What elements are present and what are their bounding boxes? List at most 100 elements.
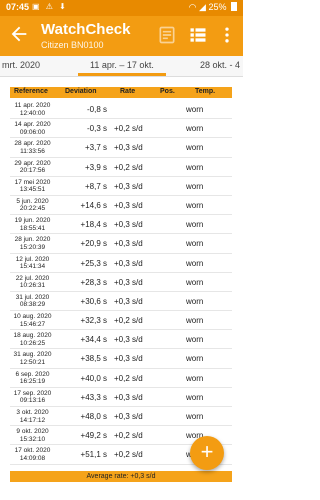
table-row[interactable]: 12 jul. 2020 15:41:34 +25,3 s +0,3 s/d worn bbox=[10, 254, 232, 273]
temp-cell: worn bbox=[186, 200, 204, 210]
table-row[interactable]: 3 okt. 2020 14:17:12 +48,0 s +0,3 s/d worn bbox=[10, 407, 232, 427]
rate-cell: +0,2 s/d bbox=[114, 316, 143, 326]
header-deviation: Deviation bbox=[65, 88, 97, 95]
reference-cell: 31 aug. 2020 12:50:21 bbox=[10, 351, 55, 366]
deviation-cell: +38,5 s bbox=[80, 354, 107, 364]
rate-cell: +0,3 s/d bbox=[114, 143, 143, 153]
tab-current[interactable]: 11 apr. – 17 okt. bbox=[90, 60, 154, 70]
table-row[interactable]: 31 aug. 2020 12:50:21 +38,5 s +0,3 s/d worn bbox=[10, 349, 232, 369]
table-row[interactable]: 6 sep. 2020 16:25:19 +40,0 s +0,2 s/d worn bbox=[10, 369, 232, 388]
reference-cell: 5 jun. 2020 20:22:45 bbox=[10, 198, 55, 213]
reference-date: 29 apr. 2020 bbox=[14, 159, 51, 167]
table-row[interactable]: 22 jul. 2020 10:26:31 +28,3 s +0,3 s/d worn bbox=[10, 273, 232, 292]
reference-time: 09:06:00 bbox=[19, 128, 46, 136]
rate-cell: +0,3 s/d bbox=[114, 200, 143, 210]
reference-cell: 28 jun. 2020 15:20:39 bbox=[10, 236, 55, 251]
table-header: Reference Deviation Rate Pos. Temp. bbox=[10, 87, 232, 98]
deviation-cell: -0,8 s bbox=[86, 105, 107, 114]
table-row[interactable]: 14 apr. 2020 09:06:00 -0,3 s +0,2 s/d worn bbox=[10, 119, 232, 139]
list-view-icon[interactable] bbox=[188, 25, 208, 45]
deviation-cell: +18,4 s bbox=[80, 220, 107, 230]
reference-time: 12:40:00 bbox=[19, 109, 46, 117]
deviation-cell: -0,3 s bbox=[86, 124, 107, 134]
deviation-cell: +28,3 s bbox=[80, 277, 107, 287]
reference-cell: 12 jul. 2020 15:41:34 bbox=[10, 256, 55, 271]
table-row[interactable]: 11 apr. 2020 12:40:00 -0,8 s worn bbox=[10, 100, 232, 120]
status-time: 07:45 bbox=[6, 2, 30, 12]
tab-previous[interactable]: mrt. 2020 bbox=[2, 60, 40, 70]
rate-cell: +0,3 s/d bbox=[114, 335, 143, 345]
add-measurement-button[interactable]: + bbox=[190, 436, 224, 470]
deviation-cell: +14,6 s bbox=[80, 200, 107, 210]
rate-cell: +0,3 s/d bbox=[114, 258, 143, 268]
reference-time: 20:22:45 bbox=[19, 205, 46, 213]
rate-cell: +0,3 s/d bbox=[114, 239, 143, 249]
reference-time: 13:45:51 bbox=[19, 186, 46, 194]
reference-time: 09:13:16 bbox=[19, 397, 46, 405]
temp-cell: worn bbox=[186, 316, 204, 326]
reference-cell: 14 apr. 2020 09:06:00 bbox=[10, 121, 55, 136]
table-row[interactable]: 28 jun. 2020 15:20:39 +20,9 s +0,3 s/d worn bbox=[10, 234, 232, 254]
table-row[interactable]: 18 aug. 2020 10:26:25 +34,4 s +0,3 s/d worn bbox=[10, 330, 232, 350]
reference-time: 15:20:39 bbox=[19, 243, 46, 251]
deviation-cell: +20,9 s bbox=[80, 239, 107, 249]
rate-cell: +0,3 s/d bbox=[114, 412, 143, 421]
reference-time: 16:25:19 bbox=[19, 378, 46, 386]
reference-date: 17 mei 2020 bbox=[14, 178, 51, 186]
temp-cell: worn bbox=[186, 412, 204, 421]
table-row[interactable]: 5 jun. 2020 20:22:45 +14,6 s +0,3 s/d worn bbox=[10, 196, 232, 216]
deviation-cell: +51,1 s bbox=[80, 450, 107, 460]
temp-cell: worn bbox=[186, 258, 204, 268]
deviation-cell: +3,7 s bbox=[84, 143, 107, 153]
table-row[interactable]: 10 aug. 2020 15:46:27 +32,3 s +0,2 s/d worn bbox=[10, 311, 232, 331]
wifi-icon: ◠ bbox=[188, 2, 197, 12]
notification-icons: ▣ ⚠ ⬇ bbox=[32, 2, 68, 11]
table-row[interactable]: 19 jun. 2020 18:55:41 +18,4 s +0,3 s/d worn bbox=[10, 215, 232, 235]
tab-next[interactable]: 28 okt. - 4 bbox=[200, 60, 240, 70]
active-tab-indicator bbox=[78, 73, 166, 76]
temp-cell: worn bbox=[186, 277, 204, 287]
notes-icon[interactable] bbox=[157, 25, 177, 45]
table-row[interactable]: 28 apr. 2020 11:33:56 +3,7 s +0,3 s/d worn bbox=[10, 138, 232, 158]
rate-cell: +0,3 s/d bbox=[114, 354, 143, 364]
reference-date: 17 sep. 2020 bbox=[13, 389, 52, 397]
temp-cell: worn bbox=[186, 373, 204, 383]
rate-cell: +0,3 s/d bbox=[114, 181, 143, 191]
reference-cell: 31 jul. 2020 08:38:29 bbox=[10, 294, 55, 309]
more-options-icon[interactable] bbox=[217, 25, 237, 45]
reference-date: 19 jun. 2020 bbox=[14, 217, 51, 225]
reference-time: 14:17:12 bbox=[19, 416, 46, 424]
app-bar: WatchCheck Citizen BN0100 bbox=[0, 16, 243, 56]
deviation-cell: +8,7 s bbox=[84, 181, 107, 191]
table-row[interactable]: 31 jul. 2020 08:38:29 +30,6 s +0,3 s/d worn bbox=[10, 292, 232, 312]
status-right: ◠ ◢ 25% bbox=[189, 2, 237, 13]
reference-time: 10:26:25 bbox=[19, 339, 46, 347]
reference-time: 15:41:34 bbox=[19, 263, 46, 270]
reference-date: 12 jul. 2020 bbox=[15, 255, 50, 263]
deviation-cell: +40,0 s bbox=[80, 373, 107, 383]
temp-cell: worn bbox=[186, 296, 204, 306]
header-position: Pos. bbox=[160, 88, 175, 95]
reference-date: 31 aug. 2020 bbox=[13, 351, 52, 359]
signal-icon: ◢ bbox=[199, 2, 206, 12]
reference-date: 17 okt. 2020 bbox=[14, 447, 51, 455]
temp-cell: worn bbox=[186, 392, 204, 402]
table-row[interactable]: 17 mei 2020 13:45:51 +8,7 s +0,3 s/d worn bbox=[10, 177, 232, 196]
table-row[interactable]: 17 sep. 2020 09:13:16 +43,3 s +0,3 s/d worn bbox=[10, 388, 232, 407]
table-row[interactable]: 29 apr. 2020 20:17:56 +3,9 s +0,2 s/d worn bbox=[10, 158, 232, 177]
reference-date: 3 okt. 2020 bbox=[16, 409, 49, 416]
reference-time: 10:26:31 bbox=[19, 282, 46, 290]
reference-date: 18 aug. 2020 bbox=[13, 332, 52, 340]
app-title: WatchCheck bbox=[41, 21, 131, 38]
rate-cell: +0,3 s/d bbox=[114, 296, 143, 306]
reference-time: 08:38:29 bbox=[19, 301, 46, 309]
rate-cell: +0,2 s/d bbox=[114, 162, 143, 172]
rate-cell: +0,3 s/d bbox=[114, 277, 143, 287]
back-arrow-icon[interactable] bbox=[8, 23, 30, 45]
reference-time: 15:46:27 bbox=[19, 320, 46, 328]
rate-cell: +0,2 s/d bbox=[114, 431, 143, 441]
reference-time: 18:55:41 bbox=[19, 224, 46, 232]
reference-cell: 9 okt. 2020 15:32:10 bbox=[10, 428, 55, 443]
reference-date: 6 sep. 2020 bbox=[15, 370, 50, 378]
rate-cell: +0,2 s/d bbox=[114, 373, 143, 383]
